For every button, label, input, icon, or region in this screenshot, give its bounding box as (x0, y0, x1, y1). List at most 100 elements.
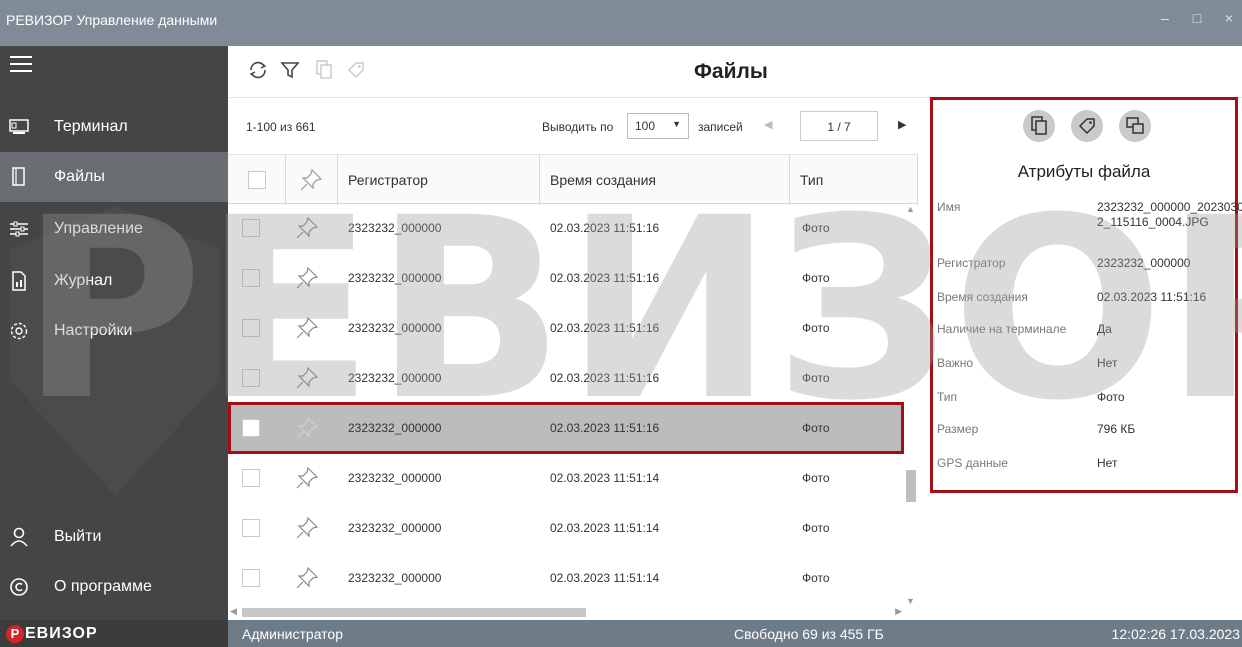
window-title: РЕВИЗОР Управление данными (6, 12, 218, 28)
table-row[interactable]: 2323232_000000 02.03.2023 11:51:14 Фото (228, 504, 904, 553)
vertical-scrollbar[interactable]: ▲ ▼ (904, 204, 918, 606)
files-table: Регистратор Время создания Тип 2323232_0… (228, 154, 918, 618)
page-title: Файлы (694, 60, 768, 83)
title-bar: РЕВИЗОР Управление данными – □ × (0, 0, 1242, 46)
attribute-key: GPS данные (937, 456, 1008, 470)
clock: 12:02:26 17.03.2023 (1111, 626, 1240, 642)
attribute-value: Да (1097, 322, 1112, 336)
copy-icon[interactable] (1023, 110, 1055, 142)
pin-icon[interactable] (294, 565, 320, 591)
filter-icon[interactable] (278, 58, 302, 82)
free-space: Свободно 69 из 455 ГБ (734, 626, 884, 642)
sidebar-item-about[interactable]: О программе (0, 562, 228, 612)
prev-page-icon[interactable]: ◀ (764, 118, 772, 131)
export-icon[interactable] (1119, 110, 1151, 142)
sidebar-item-logout[interactable]: Выйти (0, 512, 228, 562)
logo-mark: Р (6, 624, 24, 643)
column-header-type[interactable]: Тип (790, 155, 918, 205)
copyright-icon (8, 576, 30, 598)
sidebar-item-files[interactable]: Файлы (0, 152, 228, 202)
cell-type: Фото (802, 321, 830, 335)
pin-icon[interactable] (294, 515, 320, 541)
app-logo: Р ЕВИЗОР (0, 620, 228, 647)
pin-icon[interactable] (294, 315, 320, 341)
pin-icon[interactable] (294, 365, 320, 391)
table-row[interactable]: 2323232_000000 02.03.2023 11:51:16 Фото (228, 354, 904, 403)
status-bar: Р ЕВИЗОР Администратор Свободно 69 из 45… (0, 620, 1242, 647)
cell-registrar: 2323232_000000 (348, 221, 442, 235)
row-checkbox[interactable] (242, 469, 260, 487)
row-checkbox[interactable] (242, 569, 260, 587)
minimize-icon[interactable]: – (1158, 10, 1172, 26)
row-checkbox[interactable] (242, 519, 260, 537)
scroll-left-icon[interactable]: ◀ (230, 606, 237, 617)
column-header-created[interactable]: Время создания (540, 155, 790, 205)
per-page-label: Выводить по (542, 120, 614, 134)
tag-icon[interactable] (344, 58, 368, 82)
cell-created: 02.03.2023 11:51:14 (550, 571, 660, 585)
page-input[interactable]: 1 / 7 (800, 111, 878, 141)
scroll-up-icon[interactable]: ▲ (906, 204, 915, 214)
sidebar-item-label: Настройки (54, 322, 133, 339)
sidebar-item-label: Терминал (54, 118, 128, 135)
scroll-right-icon[interactable]: ▶ (895, 606, 902, 617)
sliders-icon (8, 218, 30, 240)
row-checkbox[interactable] (242, 269, 260, 287)
refresh-icon[interactable] (246, 58, 270, 82)
sidebar-item-management[interactable]: Управление (0, 204, 228, 254)
table-row[interactable]: 2323232_000000 02.03.2023 11:51:16 Фото (228, 304, 904, 353)
attribute-value: 2323232_000000_20230302_115116_0004.JPG (1097, 200, 1242, 229)
cell-type: Фото (802, 221, 830, 235)
attribute-value: 02.03.2023 11:51:16 (1097, 290, 1207, 304)
attribute-key: Важно (937, 356, 974, 370)
cell-registrar: 2323232_000000 (348, 471, 442, 485)
sidebar: Терминал Файлы Управление Журнал Настрой… (0, 46, 228, 620)
table-row[interactable]: 2323232_000000 02.03.2023 11:51:16 Фото (228, 204, 904, 253)
table-row[interactable]: 2323232_000000 02.03.2023 11:51:14 Фото (228, 554, 904, 603)
attribute-value: Фото (1097, 390, 1125, 404)
select-all-checkbox[interactable] (248, 171, 266, 189)
attribute-key: Размер (937, 422, 979, 436)
sidebar-item-journal[interactable]: Журнал (0, 256, 228, 306)
table-row[interactable]: 2323232_000000 02.03.2023 11:51:14 Фото (228, 454, 904, 503)
attribute-key: Регистратор (937, 256, 1006, 270)
pin-icon (300, 168, 323, 191)
attribute-value: 2323232_000000 (1097, 256, 1191, 270)
cell-created: 02.03.2023 11:51:14 (550, 521, 660, 535)
close-icon[interactable]: × (1222, 10, 1236, 26)
scroll-down-icon[interactable]: ▼ (906, 596, 915, 606)
sidebar-item-label: Файлы (54, 168, 105, 185)
gear-icon (8, 320, 30, 342)
table-row[interactable]: 2323232_000000 02.03.2023 11:51:16 Фото (228, 254, 904, 303)
cell-created: 02.03.2023 11:51:16 (550, 221, 660, 235)
pin-icon[interactable] (294, 215, 320, 241)
copy-icon[interactable] (312, 58, 336, 82)
pin-column-header (286, 155, 338, 205)
pin-icon[interactable] (294, 465, 320, 491)
tag-icon[interactable] (1071, 110, 1103, 142)
row-checkbox[interactable] (242, 369, 260, 387)
hamburger-menu-icon[interactable] (10, 56, 32, 76)
next-page-icon[interactable]: ▶ (898, 118, 906, 131)
toolbar: Файлы (228, 46, 1242, 98)
attribute-key: Наличие на терминале (937, 322, 1067, 336)
panel-title: Атрибуты файла (1017, 162, 1151, 181)
scroll-thumb[interactable] (906, 470, 916, 502)
scroll-thumb[interactable] (242, 608, 586, 617)
selection-highlight-frame (228, 402, 904, 454)
maximize-icon[interactable]: □ (1190, 10, 1204, 26)
row-checkbox[interactable] (242, 219, 260, 237)
records-label: записей (698, 120, 743, 134)
pin-icon[interactable] (294, 265, 320, 291)
cell-type: Фото (802, 271, 830, 285)
sidebar-item-label: Управление (54, 220, 143, 237)
horizontal-scrollbar[interactable]: ◀ ▶ (228, 606, 904, 618)
sidebar-item-settings[interactable]: Настройки (0, 306, 228, 356)
column-header-registrar[interactable]: Регистратор (338, 155, 540, 205)
sidebar-item-label: Журнал (54, 272, 113, 289)
cell-type: Фото (802, 371, 830, 385)
sidebar-item-terminal[interactable]: Терминал (0, 102, 228, 152)
cell-registrar: 2323232_000000 (348, 571, 442, 585)
row-checkbox[interactable] (242, 319, 260, 337)
per-page-select[interactable]: 100 ▼ (627, 113, 689, 139)
